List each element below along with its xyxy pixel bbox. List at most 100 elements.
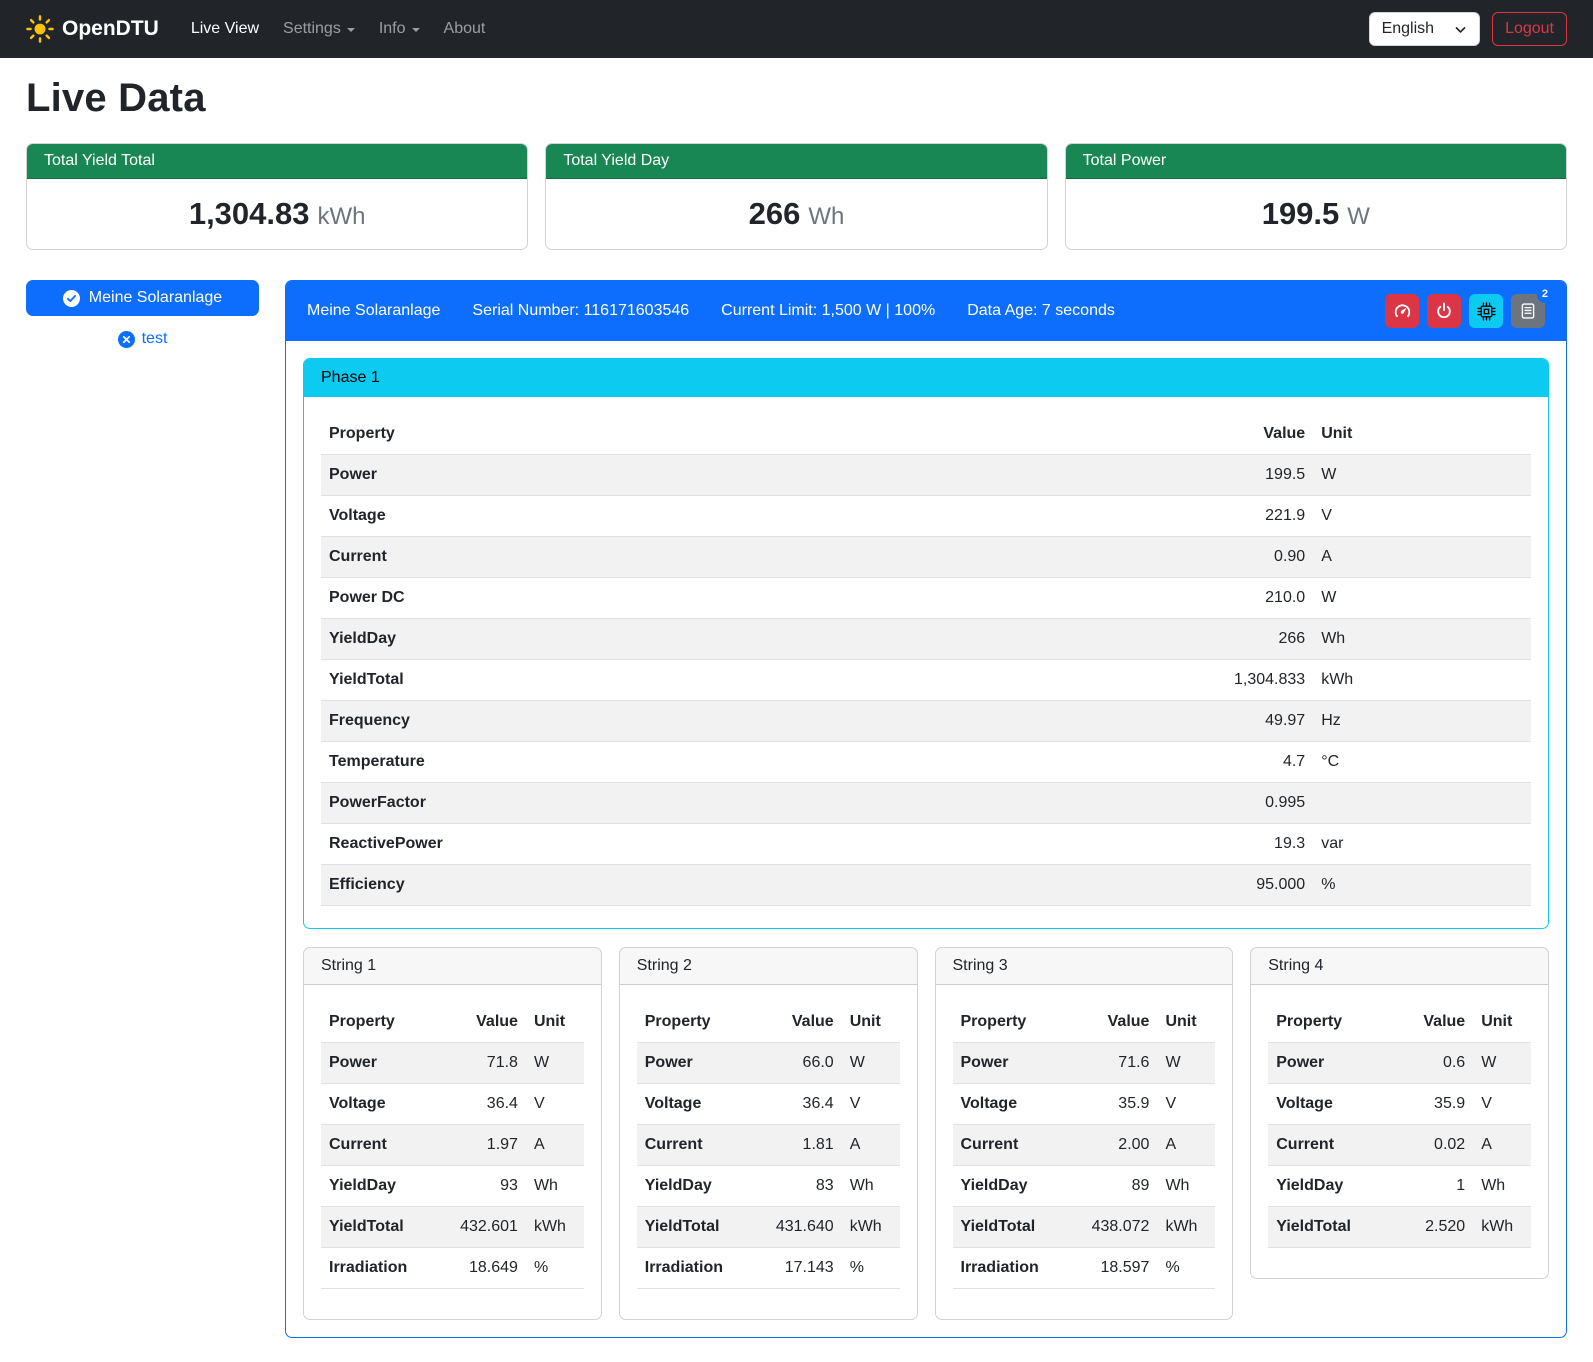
value-cell: 71.6 xyxy=(1071,1043,1158,1084)
string-card-body: Property Value Unit Power71.8WVoltage36.… xyxy=(304,985,601,1319)
nav-item-info[interactable]: Info xyxy=(369,12,430,46)
column-header-unit: Unit xyxy=(526,1002,584,1043)
property-cell: PowerFactor xyxy=(321,783,1168,824)
unit-cell: V xyxy=(1313,496,1531,537)
unit-cell: W xyxy=(1473,1043,1531,1084)
value-cell: 35.9 xyxy=(1071,1084,1158,1125)
table-row: Temperature4.7°C xyxy=(321,742,1531,783)
property-cell: Voltage xyxy=(321,496,1168,537)
property-cell: Frequency xyxy=(321,701,1168,742)
string-card-body: Property Value Unit Power66.0WVoltage36.… xyxy=(620,985,917,1319)
column-header-property: Property xyxy=(1268,1002,1386,1043)
string-table: Property Value Unit Power0.6WVoltage35.9… xyxy=(1268,1002,1531,1248)
nav-item-settings[interactable]: Settings xyxy=(273,12,365,46)
unit-cell: W xyxy=(842,1043,900,1084)
logout-button[interactable]: Logout xyxy=(1492,12,1567,46)
table-row: YieldTotal1,304.833kWh xyxy=(321,660,1531,701)
table-row: YieldDay89Wh xyxy=(953,1166,1216,1207)
table-row: Irradiation18.649% xyxy=(321,1248,584,1289)
string-card: String 3 Property Value Unit Power71.6WV… xyxy=(935,947,1234,1320)
value-cell: 4.7 xyxy=(1168,742,1313,783)
value-cell: 2.520 xyxy=(1386,1207,1473,1248)
inverter-serial: Serial Number: 116171603546 xyxy=(472,302,689,320)
table-row: Irradiation18.597% xyxy=(953,1248,1216,1289)
nav-item-about[interactable]: About xyxy=(434,12,496,46)
phase-table: Property Value Unit Power199.5WVoltage22… xyxy=(321,414,1531,906)
unit-cell: Wh xyxy=(526,1166,584,1207)
string-table: Property Value Unit Power71.8WVoltage36.… xyxy=(321,1002,584,1289)
value-cell: 1 xyxy=(1386,1166,1473,1207)
inverter-selected-button[interactable]: Meine Solaranlage xyxy=(26,280,259,316)
unit-cell: A xyxy=(1157,1125,1215,1166)
string-card-body: Property Value Unit Power71.6WVoltage35.… xyxy=(936,985,1233,1319)
nav-item-live-view[interactable]: Live View xyxy=(181,12,269,46)
string-table: Property Value Unit Power71.6WVoltage35.… xyxy=(953,1002,1216,1289)
column-header-property: Property xyxy=(637,1002,755,1043)
string-card: String 4 Property Value Unit Power0.6WVo… xyxy=(1250,947,1549,1279)
unit-cell: var xyxy=(1313,824,1531,865)
inverter-name: Meine Solaranlage xyxy=(307,302,440,320)
value-cell: 93 xyxy=(439,1166,526,1207)
value-cell: 2.00 xyxy=(1071,1125,1158,1166)
column-header-value: Value xyxy=(439,1002,526,1043)
table-row: Efficiency95.000% xyxy=(321,865,1531,906)
unit-cell: % xyxy=(1313,865,1531,906)
table-row: Power71.6W xyxy=(953,1043,1216,1084)
nav-item-label: About xyxy=(444,20,486,38)
value-cell: 199.5 xyxy=(1168,455,1313,496)
value-cell: 1,304.833 xyxy=(1168,660,1313,701)
summary-unit: Wh xyxy=(808,203,844,230)
unit-cell: kWh xyxy=(526,1207,584,1248)
value-cell: 83 xyxy=(755,1166,842,1207)
summary-card-title: Total Power xyxy=(1066,144,1566,179)
table-row: YieldDay266Wh xyxy=(321,619,1531,660)
device-info-button[interactable] xyxy=(1469,294,1503,328)
limit-settings-button[interactable] xyxy=(1385,294,1419,328)
content-row: Meine Solaranlage test Meine Solaranlage… xyxy=(26,280,1567,1338)
property-cell: YieldDay xyxy=(953,1166,1071,1207)
nav-item-label: Live View xyxy=(191,20,259,38)
property-cell: Voltage xyxy=(1268,1084,1386,1125)
table-row: Current0.02A xyxy=(1268,1125,1531,1166)
journal-icon xyxy=(1519,302,1537,320)
brand[interactable]: OpenDTU xyxy=(26,15,159,43)
table-row: YieldDay93Wh xyxy=(321,1166,584,1207)
power-button[interactable] xyxy=(1427,294,1461,328)
navbar: OpenDTU Live View Settings Info About En… xyxy=(0,0,1593,58)
table-row: Power DC210.0W xyxy=(321,578,1531,619)
column-header-unit: Unit xyxy=(1473,1002,1531,1043)
summary-card-body: 266Wh xyxy=(546,179,1046,249)
value-cell: 49.97 xyxy=(1168,701,1313,742)
property-cell: Power xyxy=(1268,1043,1386,1084)
table-row: Power0.6W xyxy=(1268,1043,1531,1084)
value-cell: 36.4 xyxy=(755,1084,842,1125)
inverter-item-test[interactable]: test xyxy=(26,326,259,352)
string-card-title: String 2 xyxy=(620,948,917,985)
value-cell: 19.3 xyxy=(1168,824,1313,865)
property-cell: Power xyxy=(637,1043,755,1084)
property-cell: Irradiation xyxy=(321,1248,439,1289)
event-count-badge: 2 xyxy=(1537,286,1553,303)
chevron-down-icon xyxy=(1454,23,1467,36)
value-cell: 1.81 xyxy=(755,1125,842,1166)
language-select[interactable]: English xyxy=(1369,12,1480,46)
property-cell: Current xyxy=(637,1125,755,1166)
column-header-property: Property xyxy=(321,414,1168,455)
property-cell: YieldTotal xyxy=(953,1207,1071,1248)
language-value: English xyxy=(1382,20,1434,38)
property-cell: YieldDay xyxy=(1268,1166,1386,1207)
inverter-toolbar: 2 xyxy=(1385,294,1545,328)
column-header-value: Value xyxy=(1168,414,1313,455)
property-cell: ReactivePower xyxy=(321,824,1168,865)
unit-cell: A xyxy=(526,1125,584,1166)
unit-cell: V xyxy=(526,1084,584,1125)
event-log-button[interactable]: 2 xyxy=(1511,294,1545,328)
table-row: Current1.81A xyxy=(637,1125,900,1166)
unit-cell: V xyxy=(1473,1084,1531,1125)
unit-cell: V xyxy=(842,1084,900,1125)
string-card-title: String 4 xyxy=(1251,948,1548,985)
table-row: Voltage36.4V xyxy=(637,1084,900,1125)
property-cell: Current xyxy=(1268,1125,1386,1166)
value-cell: 210.0 xyxy=(1168,578,1313,619)
string-card: String 2 Property Value Unit Power66.0WV… xyxy=(619,947,918,1320)
